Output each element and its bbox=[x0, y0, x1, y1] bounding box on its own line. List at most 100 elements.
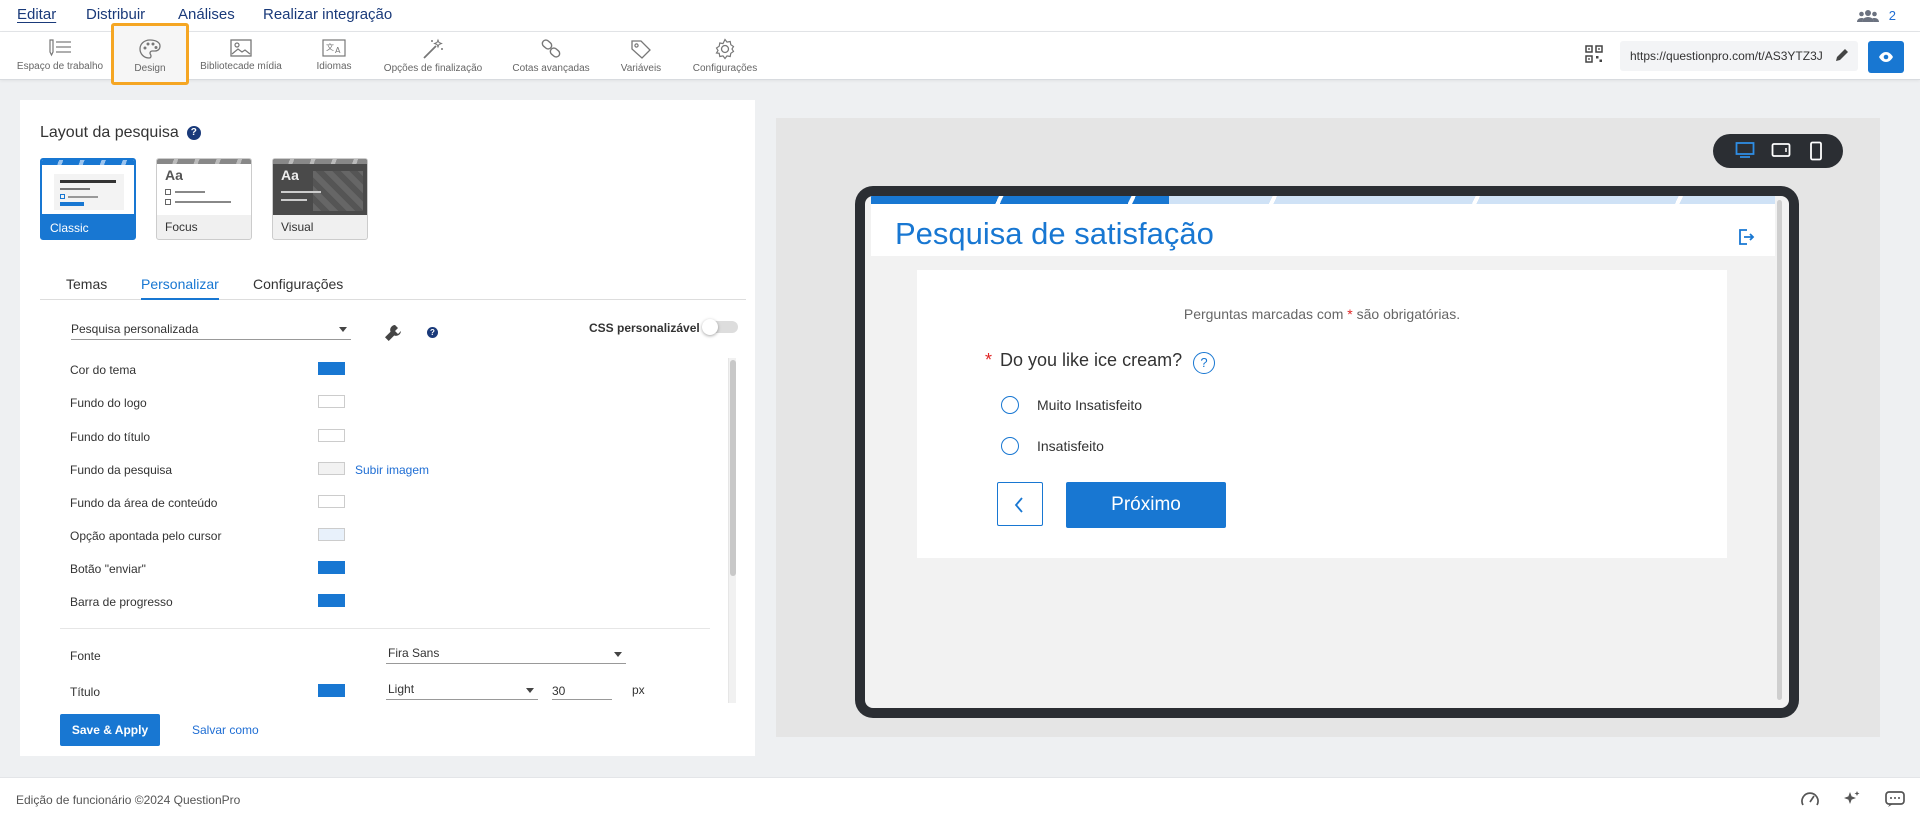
back-button[interactable] bbox=[997, 482, 1043, 526]
classic-thumbnail bbox=[42, 160, 134, 214]
tool-settings[interactable]: Configurações bbox=[690, 34, 760, 78]
upload-image-link[interactable]: Subir imagem bbox=[355, 463, 429, 477]
radio-button[interactable] bbox=[1001, 437, 1019, 455]
layout-option-classic[interactable]: Classic bbox=[40, 158, 136, 240]
tab-temas[interactable]: Temas bbox=[66, 276, 107, 292]
required-note: Perguntas marcadas com * são obrigatória… bbox=[1183, 306, 1461, 322]
chevron-down-icon bbox=[526, 688, 534, 693]
title-font-weight-select[interactable]: Light bbox=[386, 680, 538, 700]
menu-distribuir[interactable]: Distribuir bbox=[86, 6, 145, 23]
tool-languages[interactable]: 文A Idiomas bbox=[306, 34, 362, 78]
next-button[interactable]: Próximo bbox=[1066, 482, 1226, 528]
tab-personalizar[interactable]: Personalizar bbox=[141, 276, 219, 300]
qr-code-icon bbox=[1585, 45, 1603, 63]
wrench-icon bbox=[385, 325, 401, 341]
survey-screen: Pesquisa de satisfação Perguntas marcada… bbox=[865, 196, 1789, 708]
question-text: * Do you like ice cream? bbox=[985, 350, 1183, 370]
color-swatch-survey-bg[interactable] bbox=[318, 462, 345, 475]
preview-button[interactable] bbox=[1868, 41, 1904, 73]
layout-help-icon[interactable]: ? bbox=[186, 125, 201, 140]
tool-design[interactable]: Design bbox=[111, 23, 189, 85]
footer: Edição de funcionário ©2024 QuestionPro bbox=[0, 777, 1920, 822]
tablet-view-button[interactable] bbox=[1771, 141, 1791, 164]
title-font-size-input[interactable]: 30 bbox=[552, 680, 612, 700]
tool-media-library[interactable]: Bibliotecade mídia bbox=[196, 34, 286, 78]
edit-url-button[interactable] bbox=[1834, 47, 1850, 68]
color-swatch-title-bg[interactable] bbox=[318, 429, 345, 442]
translate-icon: 文A bbox=[322, 39, 346, 57]
customize-settings-list[interactable]: Cor do tema Fundo do logo Fundo do títul… bbox=[50, 358, 730, 703]
color-row-content-bg: Fundo da área de conteúdo bbox=[50, 491, 710, 515]
chat-button[interactable] bbox=[1884, 790, 1906, 813]
progress-fill bbox=[871, 196, 1170, 204]
color-swatch-content-bg[interactable] bbox=[318, 495, 345, 508]
tool-advanced-quotas[interactable]: Cotas avançadas bbox=[510, 34, 592, 78]
tab-configuracoes[interactable]: Configurações bbox=[253, 276, 343, 292]
css-label: CSS personalizável bbox=[589, 321, 700, 335]
survey-url-field[interactable]: https://questionpro.com/t/AS3YTZ3J bbox=[1620, 41, 1858, 71]
color-row-survey-bg: Fundo da pesquisa Subir imagem bbox=[70, 462, 430, 477]
custom-theme-select[interactable]: Pesquisa personalizada bbox=[71, 320, 351, 340]
save-as-link[interactable]: Salvar como bbox=[192, 723, 259, 737]
customize-help-icon[interactable]: ? bbox=[427, 327, 438, 338]
eye-icon bbox=[1879, 52, 1893, 62]
preview-scrollbar[interactable] bbox=[1777, 200, 1782, 700]
layout-option-visual[interactable]: Aa Visual bbox=[272, 158, 368, 240]
gear-icon bbox=[715, 38, 735, 60]
color-row-hover: Opção apontada pelo cursor bbox=[50, 524, 710, 548]
save-apply-button[interactable]: Save & Apply bbox=[60, 714, 160, 746]
font-size-unit: px bbox=[632, 683, 645, 697]
color-swatch-theme[interactable] bbox=[318, 362, 345, 375]
css-toggle[interactable] bbox=[702, 319, 738, 335]
font-family-select[interactable]: Fira Sans bbox=[386, 644, 626, 664]
device-switcher bbox=[1713, 134, 1843, 168]
ai-assistant-button[interactable] bbox=[1842, 790, 1862, 813]
survey-title: Pesquisa de satisfação bbox=[895, 216, 1214, 251]
focus-thumbnail: Aa bbox=[157, 159, 251, 215]
menu-analises[interactable]: Análises bbox=[178, 6, 235, 23]
color-row-theme: Cor do tema bbox=[50, 358, 710, 382]
toolbar: Espaço de trabalho Design Bibliotecade m… bbox=[0, 23, 1920, 85]
color-row-submit-button: Botão "enviar" bbox=[50, 557, 710, 581]
menu-realizar-integracao[interactable]: Realizar integração bbox=[263, 6, 392, 23]
pencil-icon bbox=[1836, 49, 1848, 61]
color-swatch-hover[interactable] bbox=[318, 528, 345, 541]
color-swatch-logo-bg[interactable] bbox=[318, 395, 345, 408]
desktop-view-button[interactable] bbox=[1735, 141, 1755, 164]
color-swatch-submit-button[interactable] bbox=[318, 561, 345, 574]
link-icon bbox=[541, 39, 561, 58]
survey-progress-bar bbox=[871, 196, 1775, 204]
footer-icons bbox=[1800, 790, 1906, 813]
required-star: * bbox=[985, 350, 993, 370]
device-frame: Pesquisa de satisfação Perguntas marcada… bbox=[855, 186, 1799, 718]
svg-text:文: 文 bbox=[326, 42, 334, 52]
color-swatch-progress-bar[interactable] bbox=[318, 594, 345, 607]
settings-scrollbar[interactable] bbox=[728, 358, 736, 703]
speedometer-icon bbox=[1801, 792, 1819, 806]
scrollbar-thumb[interactable] bbox=[730, 360, 736, 576]
color-row-title-bg: Fundo do título bbox=[50, 425, 710, 449]
layout-option-focus[interactable]: Aa Focus bbox=[156, 158, 252, 240]
collaborators[interactable]: 2 bbox=[1856, 8, 1896, 23]
tool-variables[interactable]: Variáveis bbox=[614, 34, 668, 78]
svg-text:A: A bbox=[335, 46, 341, 55]
tool-workspace[interactable]: Espaço de trabalho bbox=[14, 34, 106, 78]
color-swatch-title-font[interactable] bbox=[318, 684, 345, 697]
section-divider bbox=[60, 628, 710, 629]
survey-header: Pesquisa de satisfação bbox=[871, 196, 1775, 256]
top-menu-bar: Editar Distribuir Análises Realizar inte… bbox=[0, 0, 1920, 32]
question-help-icon[interactable]: ? bbox=[1193, 352, 1215, 374]
performance-button[interactable] bbox=[1800, 790, 1820, 813]
tool-finish-options[interactable]: Opções de finalização bbox=[380, 34, 486, 78]
users-icon bbox=[1856, 9, 1879, 22]
mobile-view-button[interactable] bbox=[1809, 141, 1823, 166]
exit-button[interactable] bbox=[1737, 228, 1755, 251]
qr-code-button[interactable] bbox=[1585, 45, 1603, 68]
collaborators-count: 2 bbox=[1888, 8, 1896, 23]
mobile-icon bbox=[1810, 141, 1822, 161]
chevron-left-icon bbox=[1014, 497, 1023, 513]
menu-editar[interactable]: Editar bbox=[17, 6, 56, 23]
title-font-row: Título Light 30 px bbox=[70, 680, 645, 700]
wrench-button[interactable] bbox=[384, 324, 402, 347]
radio-button[interactable] bbox=[1001, 396, 1019, 414]
